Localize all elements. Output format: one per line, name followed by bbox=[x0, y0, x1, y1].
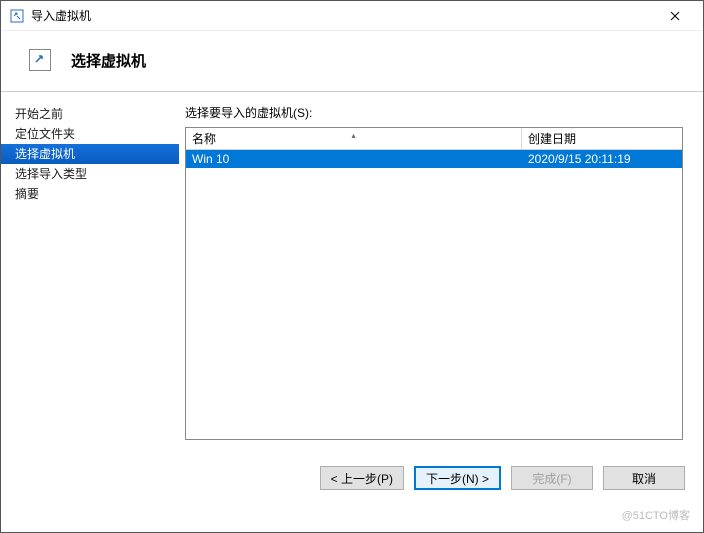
window-title: 导入虚拟机 bbox=[31, 7, 655, 24]
main-panel: 选择要导入的虚拟机(S): 名称 ▴ 创建日期 Win 10 2020/9/15… bbox=[179, 92, 703, 452]
column-name[interactable]: 名称 ▴ bbox=[186, 128, 522, 149]
cell-name: Win 10 bbox=[186, 152, 522, 166]
cell-date: 2020/9/15 20:11:19 bbox=[522, 152, 682, 166]
column-date[interactable]: 创建日期 bbox=[522, 128, 682, 149]
close-icon bbox=[670, 11, 680, 21]
wizard-body: 开始之前 定位文件夹 选择虚拟机 选择导入类型 摘要 选择要导入的虚拟机(S):… bbox=[1, 92, 703, 452]
close-button[interactable] bbox=[655, 2, 695, 30]
sort-ascending-icon: ▴ bbox=[351, 131, 355, 140]
finish-button: 完成(F) bbox=[511, 466, 593, 490]
column-date-label: 创建日期 bbox=[528, 130, 576, 147]
previous-button[interactable]: < 上一步(P) bbox=[320, 466, 404, 490]
step-before-begin[interactable]: 开始之前 bbox=[1, 104, 179, 124]
wizard-footer: < 上一步(P) 下一步(N) > 完成(F) 取消 bbox=[1, 452, 703, 504]
step-locate-folder[interactable]: 定位文件夹 bbox=[1, 124, 179, 144]
titlebar: 导入虚拟机 bbox=[1, 1, 703, 31]
list-body: Win 10 2020/9/15 20:11:19 bbox=[186, 150, 682, 439]
watermark: @51CTO博客 bbox=[622, 507, 690, 523]
vm-listbox[interactable]: 名称 ▴ 创建日期 Win 10 2020/9/15 20:11:19 bbox=[185, 127, 683, 440]
cancel-button[interactable]: 取消 bbox=[603, 466, 685, 490]
select-prompt: 选择要导入的虚拟机(S): bbox=[185, 104, 683, 121]
column-name-label: 名称 bbox=[192, 130, 216, 147]
next-button[interactable]: 下一步(N) > bbox=[414, 466, 501, 490]
page-title: 选择虚拟机 bbox=[71, 50, 146, 71]
step-import-type[interactable]: 选择导入类型 bbox=[1, 164, 179, 184]
import-arrow-icon bbox=[29, 49, 51, 71]
app-icon bbox=[9, 8, 25, 24]
step-summary[interactable]: 摘要 bbox=[1, 184, 179, 204]
wizard-header: 选择虚拟机 bbox=[1, 31, 703, 91]
list-header: 名称 ▴ 创建日期 bbox=[186, 128, 682, 150]
list-item[interactable]: Win 10 2020/9/15 20:11:19 bbox=[186, 150, 682, 168]
step-select-vm[interactable]: 选择虚拟机 bbox=[1, 144, 179, 164]
step-sidebar: 开始之前 定位文件夹 选择虚拟机 选择导入类型 摘要 bbox=[1, 92, 179, 452]
